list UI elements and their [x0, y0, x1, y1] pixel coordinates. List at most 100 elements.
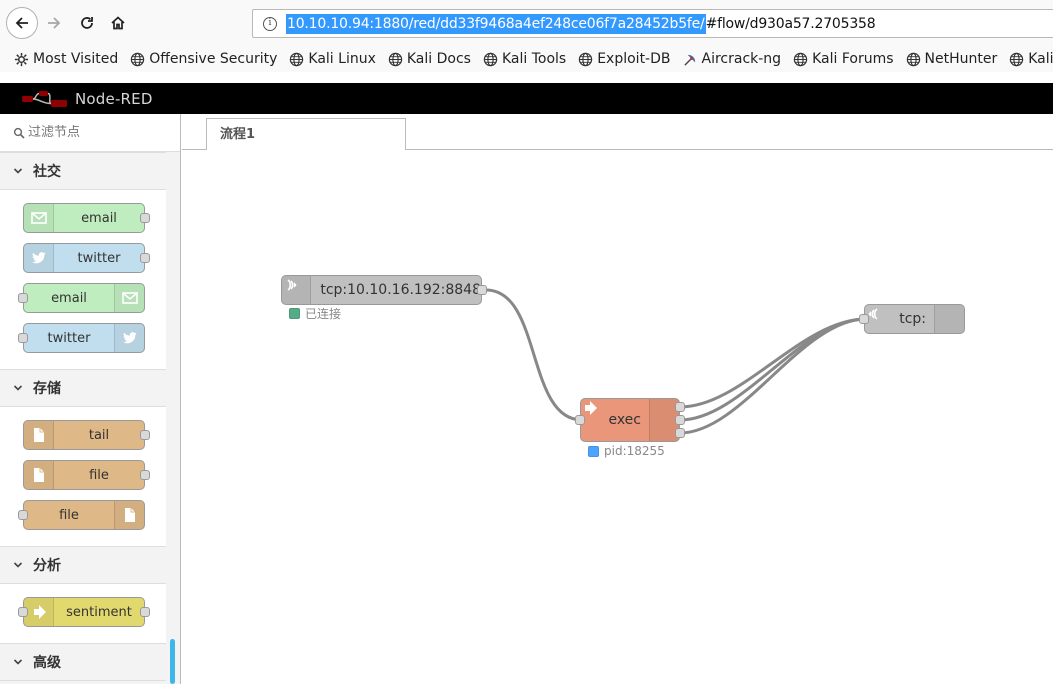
arrow-in-icon: [30, 603, 48, 621]
palette-node-twitter[interactable]: twitter: [18, 323, 145, 353]
bookmark-label: NetHunter: [924, 51, 998, 67]
address-bar[interactable]: i 10.10.10.94:1880/red/dd33f9468a4ef248c…: [252, 9, 1053, 38]
palette-node-email[interactable]: email: [23, 203, 150, 233]
palette-node-label: twitter: [77, 250, 121, 266]
exec-output-port-2[interactable]: [675, 415, 685, 425]
palette-category-header[interactable]: 存储: [0, 369, 166, 407]
home-icon: [111, 16, 125, 30]
input-port: [18, 607, 28, 617]
tcp-in-label: tcp:10.10.16.192:8848: [320, 282, 481, 298]
wire-tcp-to-exec[interactable]: [485, 288, 583, 422]
info-icon[interactable]: i: [263, 16, 277, 31]
bookmark-item[interactable]: Offensive Security: [130, 51, 277, 67]
twitter-icon: [121, 329, 139, 347]
file-icon: [30, 466, 48, 484]
tcp-in-output-port[interactable]: [477, 285, 487, 295]
tcp-in-status-text: 已连接: [305, 307, 342, 321]
palette-category-label: 高级: [33, 655, 61, 671]
bookmark-label: Kali Forums: [812, 51, 894, 67]
palette-category-header[interactable]: 高级: [0, 643, 166, 681]
satellite-icon: [683, 52, 698, 67]
tab-flow1[interactable]: 流程1: [206, 118, 406, 151]
palette-search: [0, 114, 180, 152]
globe-icon: [1009, 52, 1024, 67]
bookmark-item[interactable]: Kali Tools: [483, 51, 566, 67]
output-port: [140, 470, 150, 480]
input-port: [18, 333, 28, 343]
bookmark-label: Kali Linux: [308, 51, 376, 67]
node-palette: 社交 email twitter email twitter 存储 tail file file…: [0, 114, 181, 684]
palette-node-file[interactable]: file: [18, 500, 145, 530]
node-red-header: Node-RED: [0, 83, 1053, 114]
palette-node-label: file: [89, 467, 109, 483]
wire-exec-out2[interactable]: [679, 317, 867, 422]
tcp-out-input-port[interactable]: [859, 314, 869, 324]
arrow-right-icon: [48, 17, 61, 29]
tcp-out-node[interactable]: tcp:: [859, 304, 965, 334]
palette-category-nodes: sentiment: [0, 584, 166, 643]
back-button[interactable]: [6, 7, 38, 39]
palette-node-label: email: [51, 290, 87, 306]
globe-icon: [906, 52, 921, 67]
app-title: Node-RED: [75, 89, 153, 108]
palette-category-header[interactable]: 分析: [0, 546, 166, 584]
globe-icon: [289, 52, 304, 67]
bookmark-item[interactable]: NetHunter: [906, 51, 998, 67]
palette-category-nodes: tail file file: [0, 407, 166, 546]
bookmark-label: Offensive Security: [149, 51, 278, 67]
palette-node-email[interactable]: email: [18, 283, 145, 313]
flow-canvas[interactable]: tcp:10.10.16.192:8848 已连接 exec pid:18255…: [182, 150, 1053, 684]
palette-node-tail[interactable]: tail: [23, 420, 150, 450]
exec-output-port-3[interactable]: [675, 428, 685, 438]
node-red-logo-icon: [22, 90, 67, 107]
bookmark-item[interactable]: Kali Forums: [793, 51, 894, 67]
gear-icon: [14, 52, 29, 67]
bookmark-label: Kali Training: [1028, 51, 1053, 67]
palette-node-twitter[interactable]: twitter: [23, 243, 150, 273]
forward-button[interactable]: [38, 7, 70, 39]
bookmark-item[interactable]: Kali Docs: [388, 51, 471, 67]
bookmark-item[interactable]: Kali Linux: [289, 51, 376, 67]
reload-button[interactable]: [71, 7, 103, 39]
bookmark-label: Kali Tools: [501, 51, 567, 67]
home-button[interactable]: [102, 7, 134, 39]
bookmark-label: Exploit-DB: [597, 51, 671, 67]
palette-category-header[interactable]: 社交: [0, 152, 166, 190]
exec-status: pid:18255: [588, 444, 665, 458]
globe-icon: [793, 52, 808, 67]
status-dot-icon: [289, 308, 300, 319]
exec-status-text: pid:18255: [604, 444, 665, 458]
palette-category-label: 分析: [33, 558, 61, 574]
tcp-in-node[interactable]: tcp:10.10.16.192:8848: [281, 275, 487, 305]
chevron-down-icon: [13, 659, 23, 665]
exec-input-port[interactable]: [575, 415, 585, 425]
palette-node-label: twitter: [47, 330, 91, 346]
wire-exec-out1[interactable]: [679, 317, 867, 409]
bookmark-item[interactable]: Exploit-DB: [578, 51, 671, 67]
envelope-icon: [121, 289, 139, 307]
palette-filter-input[interactable]: [28, 125, 168, 140]
workspace-tabs: 流程1: [182, 114, 1053, 151]
palette-node-file[interactable]: file: [23, 460, 150, 490]
reload-icon: [81, 17, 93, 29]
palette-category-nodes: email twitter email twitter: [0, 190, 166, 369]
output-port: [140, 253, 150, 263]
palette-node-sentiment[interactable]: sentiment: [18, 597, 150, 627]
bookmarks-toolbar: Most Visited Offensive Security Kali Linux…: [0, 46, 1053, 72]
url-fragment-text: #flow/d930a57.2705358: [705, 15, 876, 32]
output-port: [140, 213, 150, 223]
file-icon: [30, 426, 48, 444]
exec-node[interactable]: exec: [575, 398, 685, 442]
file-icon: [121, 506, 139, 524]
chevron-down-icon: [13, 168, 23, 174]
bookmark-label: Most Visited: [33, 51, 119, 67]
exec-output-port-1[interactable]: [675, 402, 685, 412]
envelope-icon: [30, 209, 48, 227]
bookmark-item[interactable]: Aircrack-ng: [683, 51, 781, 67]
bookmark-item[interactable]: Most Visited: [14, 51, 118, 67]
wire-exec-out3[interactable]: [679, 317, 867, 435]
output-port: [140, 430, 150, 440]
palette-node-label: sentiment: [66, 604, 132, 620]
bookmark-item[interactable]: Kali Training: [1009, 51, 1053, 67]
palette-scrollbar[interactable]: [170, 639, 175, 684]
